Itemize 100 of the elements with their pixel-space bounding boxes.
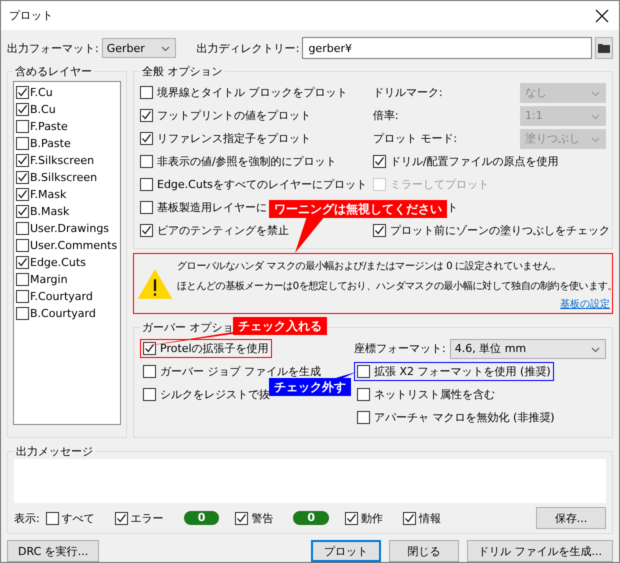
coordinate-format-dropdown[interactable]: 4.6, 単位 mm	[450, 338, 606, 358]
dialog-button[interactable]: ドリル ファイルを生成...	[467, 540, 613, 562]
checkbox[interactable]	[16, 239, 29, 252]
layer-name: Margin	[30, 273, 68, 286]
layer-name: F.Silkscreen	[30, 154, 94, 167]
checkbox[interactable]	[235, 512, 248, 524]
checkbox[interactable]	[16, 171, 29, 184]
coordinate-format-label: 座標フォーマット:	[354, 341, 446, 356]
checkbox[interactable]	[143, 388, 156, 401]
annotation-label: チェック入れる	[233, 317, 327, 335]
checkbox[interactable]	[140, 132, 153, 145]
warning-text: グローバルなハンダ マスクの最小幅および/またはマージンは 0 に設定されていません。	[177, 260, 562, 274]
caret-icon	[591, 136, 600, 142]
option-label: シルクをレジストで抜	[160, 387, 270, 402]
option-label: ドリル/配置ファイルの原点を使用	[390, 154, 559, 169]
caret-icon	[591, 114, 600, 120]
checkbox[interactable]	[140, 109, 153, 122]
option-label: プロット前にゾーンの塗りつぶしをチェック	[390, 223, 610, 238]
close-icon[interactable]	[595, 8, 609, 22]
checkbox[interactable]	[114, 512, 128, 524]
checkbox[interactable]	[16, 154, 29, 167]
checkbox[interactable]	[16, 86, 29, 99]
count-badge: 0	[293, 511, 330, 525]
directory-label: 出力ディレクトリー:	[196, 40, 300, 56]
layer-name: F.Courtyard	[30, 290, 93, 303]
caret-icon	[591, 90, 600, 96]
layer-name: Edge.Cuts	[30, 256, 86, 269]
option-label: フットプリントの値をプロット	[157, 108, 311, 123]
option-label: ビアのテンティングを禁止	[157, 223, 289, 238]
checkbox[interactable]	[16, 307, 29, 320]
checkbox[interactable]	[16, 205, 29, 218]
option-label: 拡張 X2 フォーマットを使用 (推奨)	[374, 364, 551, 379]
layer-name: F.Mask	[30, 188, 66, 201]
layer-name: User.Drawings	[30, 222, 110, 235]
folder-icon	[598, 43, 610, 53]
save-button[interactable]: 保存...	[536, 507, 606, 529]
caret-icon	[591, 346, 600, 352]
layer-name: B.Courtyard	[30, 307, 96, 320]
option-label: 倍率:	[372, 108, 400, 123]
checkbox[interactable]	[357, 365, 370, 378]
checkbox[interactable]	[140, 224, 153, 237]
layer-name: User.Comments	[30, 239, 118, 252]
option-label: アパーチャ マクロを無効化 (非推奨)	[374, 410, 555, 425]
board-setup-link[interactable]: 基板の設定	[560, 297, 610, 311]
checkbox[interactable]	[372, 224, 386, 237]
checkbox[interactable]	[357, 411, 370, 424]
checkbox[interactable]	[46, 512, 59, 524]
dialog-button[interactable]: プロット	[311, 540, 381, 562]
layer-name: F.Cu	[30, 86, 53, 99]
window-title: プロット	[9, 8, 53, 23]
filter-label: すべて	[62, 510, 95, 526]
option-label: 非表示の値/参照を強制的にプロット	[157, 154, 337, 169]
checkbox[interactable]	[140, 86, 153, 99]
option-label: 境界線とタイトル ブロックをプロット	[157, 85, 348, 100]
checkbox[interactable]	[140, 155, 153, 168]
checkbox[interactable]	[16, 137, 29, 150]
checkbox[interactable]	[16, 103, 29, 116]
run-drc-button[interactable]: DRC を実行...	[7, 540, 100, 562]
option-label: Edge.Cutsをすべてのレイヤーにプロット	[157, 177, 367, 192]
checkbox[interactable]	[372, 155, 386, 168]
checkbox[interactable]	[16, 188, 29, 201]
option-label: ガーバー ジョブ ファイルを生成	[160, 364, 321, 379]
directory-field[interactable]: gerber¥	[302, 37, 592, 59]
option-label: ドリルマーク:	[372, 85, 444, 100]
layer-name: B.Cu	[30, 103, 56, 116]
layer-name: B.Mask	[30, 205, 70, 218]
checkbox[interactable]	[16, 290, 29, 303]
show-label: 表示:	[14, 510, 40, 526]
caret-icon	[160, 46, 170, 52]
checkbox[interactable]	[16, 273, 29, 286]
option-label: ミラーしてプロット	[390, 177, 489, 192]
checkbox[interactable]	[345, 512, 358, 524]
checkbox[interactable]	[143, 342, 156, 355]
group-title: 含めるレイヤー	[14, 64, 93, 79]
option-label: ト	[446, 200, 458, 215]
browse-button[interactable]	[595, 37, 613, 59]
dialog-button[interactable]: 閉じる	[389, 540, 459, 562]
group-title: 出力メッセージ	[15, 444, 94, 459]
group-title: 全般 オプション	[141, 64, 224, 79]
group-title: ガーバー オプショ	[141, 320, 234, 335]
format-dropdown[interactable]: Gerber	[102, 38, 176, 58]
checkbox[interactable]	[140, 178, 153, 191]
checkbox[interactable]	[16, 120, 29, 133]
layer-name: B.Paste	[30, 137, 71, 150]
option-label: プロット モード:	[372, 131, 458, 146]
checkbox[interactable]	[143, 365, 156, 378]
filter-label: 情報	[419, 510, 442, 526]
checkbox[interactable]	[16, 256, 29, 269]
option-label: 基板製造用レイヤーに	[157, 200, 267, 215]
layer-name: B.Silkscreen	[30, 171, 98, 184]
checkbox[interactable]	[140, 201, 153, 214]
layer-name: F.Paste	[30, 120, 68, 133]
checkbox[interactable]	[16, 222, 29, 235]
option-label: Protelの拡張子を使用	[160, 341, 269, 356]
warning-icon	[137, 268, 173, 300]
format-label: 出力フォーマット:	[7, 40, 99, 56]
warning-text: ほとんどの基板メーカーは0を想定しており、ハンダマスクの最小幅に対して独自の制約を使います。	[177, 280, 610, 294]
checkbox[interactable]	[357, 388, 370, 401]
option-label: ネットリスト属性を含む	[374, 387, 495, 402]
checkbox[interactable]	[403, 512, 416, 524]
